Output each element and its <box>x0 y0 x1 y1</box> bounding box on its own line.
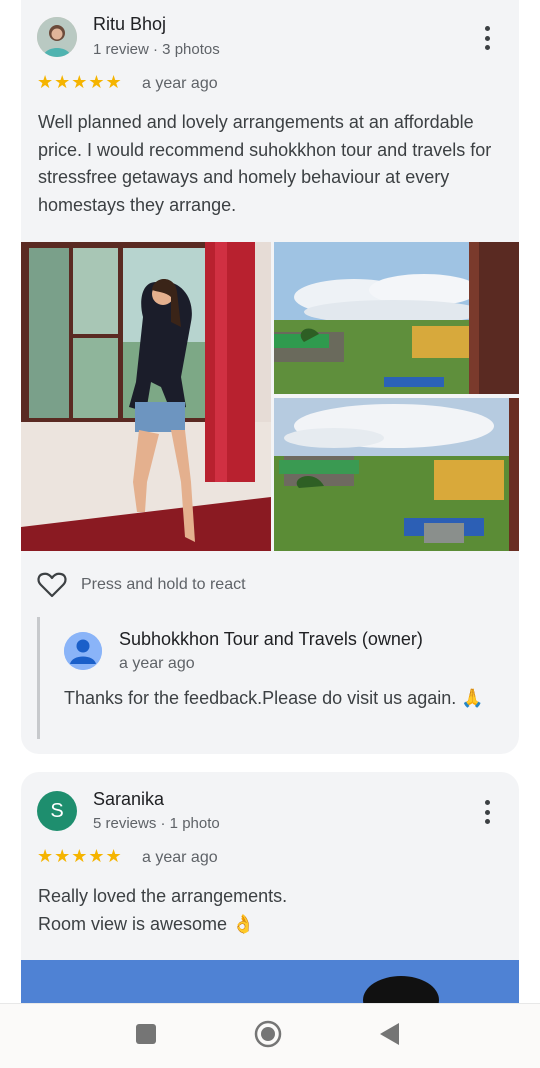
review-photo-2[interactable] <box>274 242 519 394</box>
react-row[interactable]: Press and hold to react <box>37 571 246 599</box>
owner-reply-text: Thanks for the feedback.Please do visit … <box>64 688 484 708</box>
home-icon[interactable] <box>254 1020 282 1053</box>
avatar-letter: S <box>50 799 64 822</box>
more-options-icon[interactable] <box>475 22 499 54</box>
reviewer-meta: 1 review · 3 photos <box>93 41 220 58</box>
star-rating: ★★★★★ <box>37 846 123 866</box>
recent-apps-icon[interactable] <box>135 1022 157 1051</box>
review-photo-1[interactable] <box>21 242 271 551</box>
reviewer-meta: 5 reviews · 1 photo <box>93 815 220 832</box>
review-text-line: Room view is awesome 👌 <box>38 913 255 934</box>
reviewer-name[interactable]: Saranika <box>93 789 164 810</box>
review-photos <box>21 242 519 551</box>
back-icon[interactable] <box>379 1022 401 1051</box>
review-text: Really loved the arrangements. Room view… <box>38 883 508 938</box>
heart-icon[interactable] <box>37 571 67 599</box>
review-card: Ritu Bhoj 1 review · 3 photos ★★★★★ a ye… <box>21 0 519 754</box>
owner-reply: Subhokkhon Tour and Travels (owner) a ye… <box>37 617 507 739</box>
owner-reply-time: a year ago <box>119 655 195 672</box>
review-photo-1-image <box>21 242 271 551</box>
reviewer-avatar[interactable]: S <box>37 791 77 831</box>
reviewer-avatar[interactable] <box>37 17 77 57</box>
review-card: S Saranika 5 reviews · 1 photo ★★★★★ a y… <box>21 772 519 1012</box>
review-text: Well planned and lovely arrangements at … <box>38 112 492 215</box>
reviewer-name[interactable]: Ritu Bhoj <box>93 14 166 35</box>
star-rating: ★★★★★ <box>37 72 123 92</box>
reviewer-avatar-photo <box>37 17 77 57</box>
more-options-icon[interactable] <box>475 796 499 828</box>
review-photo-2-image <box>274 242 519 394</box>
react-label: Press and hold to react <box>81 576 246 593</box>
owner-name[interactable]: Subhokkhon Tour and Travels (owner) <box>119 629 423 650</box>
review-time: a year ago <box>142 849 218 866</box>
owner-avatar[interactable] <box>64 632 102 670</box>
review-photo-3[interactable] <box>274 398 519 551</box>
review-photo-3-image <box>274 398 519 551</box>
default-avatar-icon <box>64 632 102 670</box>
review-text-line: Really loved the arrangements. <box>38 886 288 906</box>
review-time: a year ago <box>142 75 218 92</box>
system-nav-bar <box>0 1003 540 1068</box>
